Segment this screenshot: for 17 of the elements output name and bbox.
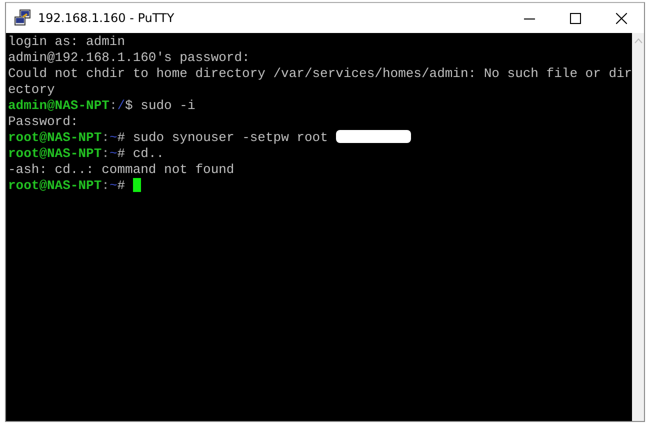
window-title: 192.168.1.160 - PuTTY [38,11,176,25]
scrollbar[interactable] [632,33,644,421]
terminal-line: root@NAS-NPT:~# cd.. [8,146,164,161]
terminal-app-icon [14,9,32,27]
text-cursor [132,178,141,192]
terminal-line: ectory [8,82,55,97]
maximize-icon [570,12,580,24]
terminal-line: Password: [8,114,78,129]
terminal-line: root@NAS-NPT:~# [8,178,126,193]
terminal-line: admin@NAS-NPT:/$ sudo -i [8,98,196,113]
terminal-line: root@NAS-NPT:~# sudo synouser -setpw root [8,130,329,145]
terminal-line: -ash: cd..: command not found [8,162,234,177]
terminal-line: Could not chdir to home directory /var/services/homes/admin: No such file or dir [8,66,632,81]
terminal-line: admin@192.168.1.160's password: [8,50,250,65]
close-icon [616,12,626,24]
terminal-line: login as: admin [8,34,126,49]
scroll-up-icon[interactable] [634,38,643,44]
